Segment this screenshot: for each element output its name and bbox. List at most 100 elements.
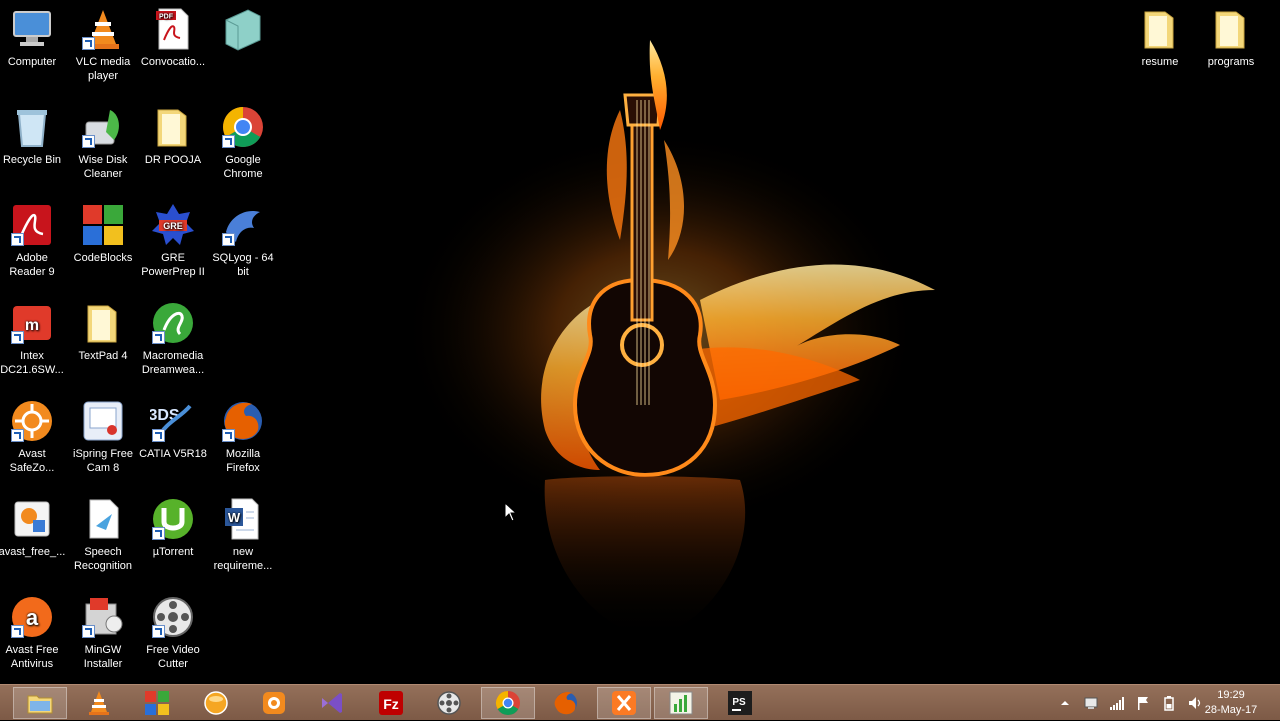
desktop-icon-mozilla-firefox[interactable]: Mozilla Firefox: [208, 396, 278, 475]
icon-label: Speech Recognition: [73, 546, 133, 572]
desktop-icon-vlc[interactable]: VLC media player: [68, 4, 138, 83]
firefox-icon: [220, 398, 266, 444]
desktop-icon-dreamweaver[interactable]: Macromedia Dreamwea...: [138, 298, 208, 377]
recycle-bin-icon: [9, 104, 55, 150]
taskbar-phpstorm[interactable]: PS: [713, 687, 767, 719]
desktop-icon-sqlyog[interactable]: SQLyog - 64 bit: [208, 200, 278, 279]
chrome-icon: [495, 691, 520, 716]
pdf-file-icon: PDF: [150, 6, 196, 52]
icon-label: Adobe Reader 9: [9, 252, 55, 278]
clock-time: 19:29: [1217, 689, 1245, 701]
icon-label: Macromedia Dreamwea...: [141, 350, 205, 376]
battery-icon[interactable]: [1161, 695, 1177, 711]
system-tray: [1052, 685, 1208, 721]
icon-label: Mozilla Firefox: [225, 448, 261, 474]
mingw-icon: [80, 594, 126, 640]
icon-label: Intex DC21.6SW...: [0, 350, 64, 376]
icon-label: VLC media player: [75, 56, 131, 82]
word-doc-icon: W: [220, 496, 266, 542]
desktop-icon-generic-app[interactable]: [208, 4, 278, 55]
taskbar: Fz PS 19:29 28-May-17: [0, 684, 1280, 720]
icon-label: new requireme...: [213, 546, 273, 572]
flag-icon[interactable]: [1135, 695, 1151, 711]
icon-label: GRE PowerPrep II: [141, 252, 205, 278]
video-cutter-icon: [150, 594, 196, 640]
folder-icon: [27, 695, 53, 714]
desktop-icon-catia[interactable]: 3DS CATIA V5R18: [138, 396, 208, 461]
vlc-icon: [80, 6, 126, 52]
folder-icon: [80, 300, 126, 346]
codeblocks-icon: [80, 202, 126, 248]
icon-label: DR POOJA: [144, 154, 202, 166]
taskbar-vlc[interactable]: [72, 687, 126, 719]
taskbar-xampp[interactable]: [597, 687, 651, 719]
taskbar-chrome[interactable]: [481, 687, 535, 719]
desktop-icon-utorrent[interactable]: µTorrent: [138, 494, 208, 559]
xampp-icon: [612, 691, 636, 715]
desktop-icon-resume[interactable]: resume: [1125, 4, 1195, 69]
mouse-cursor-icon: [504, 502, 518, 522]
svg-text:GRE: GRE: [163, 221, 183, 231]
desktop-icon-programs[interactable]: programs: [1196, 4, 1266, 69]
svg-text:PS: PS: [732, 697, 746, 708]
icon-label: Convocatio...: [140, 56, 206, 68]
taskbar-firefox[interactable]: [539, 687, 593, 719]
taskbar-video-cutter[interactable]: [422, 687, 476, 719]
icon-label: Wise Disk Cleaner: [78, 154, 128, 180]
codeblocks-icon: [145, 691, 169, 715]
desktop-icon-adobe-reader[interactable]: Adobe Reader 9: [0, 200, 67, 279]
dreamweaver-icon: [150, 300, 196, 346]
avast-safezone-icon: [9, 398, 55, 444]
paint-icon: [263, 692, 285, 714]
icon-label: CodeBlocks: [73, 252, 133, 264]
desktop-icon-ispring[interactable]: iSpring Free Cam 8: [68, 396, 138, 475]
icon-label: SQLyog - 64 bit: [212, 252, 274, 278]
chevron-up-icon[interactable]: [1057, 695, 1073, 711]
desktop-icon-google-chrome[interactable]: Google Chrome: [208, 102, 278, 181]
clock[interactable]: 19:29 28-May-17: [1196, 688, 1266, 718]
folder-icon: [1208, 6, 1254, 52]
catia-icon: 3DS: [150, 398, 196, 444]
desktop-icon-avast-free-antivirus[interactable]: a Avast Free Antivirus: [0, 592, 67, 671]
desktop-icon-free-video-cutter[interactable]: Free Video Cutter: [138, 592, 208, 671]
desktop-icon-codeblocks[interactable]: CodeBlocks: [68, 200, 138, 265]
desktop-icon-speech-recognition[interactable]: Speech Recognition: [68, 494, 138, 573]
icon-label: µTorrent: [152, 546, 194, 558]
desktop-icon-new-requirements-doc[interactable]: W new requireme...: [208, 494, 278, 573]
installer-icon: [9, 496, 55, 542]
signal-icon[interactable]: [1109, 695, 1125, 711]
ispring-icon: [80, 398, 126, 444]
icon-label: Google Chrome: [223, 154, 263, 180]
desktop-icon-textpad[interactable]: TextPad 4: [68, 298, 138, 363]
icon-label: Avast Free Antivirus: [5, 644, 59, 670]
desktop-icon-computer[interactable]: Computer: [0, 4, 67, 69]
folder-icon: [1137, 6, 1183, 52]
icon-label: Recycle Bin: [2, 154, 62, 166]
intex-icon: m: [9, 300, 55, 346]
clock-date: 28-May-17: [1204, 704, 1258, 716]
taskbar-chart-app[interactable]: [654, 687, 708, 719]
desktop-icon-mingw-installer[interactable]: MinGW Installer: [68, 592, 138, 671]
visual-studio-icon: [322, 693, 342, 713]
taskbar-orb-app[interactable]: [189, 687, 243, 719]
taskbar-codeblocks[interactable]: [130, 687, 184, 719]
icon-label: MinGW Installer: [83, 644, 123, 670]
svg-text:Fz: Fz: [383, 696, 399, 712]
taskbar-paint-app[interactable]: [247, 687, 301, 719]
taskbar-file-explorer[interactable]: [13, 687, 67, 719]
desktop-icon-wise-disk-cleaner[interactable]: Wise Disk Cleaner: [68, 102, 138, 181]
taskbar-visual-studio[interactable]: [305, 687, 359, 719]
svg-text:3DS: 3DS: [150, 407, 180, 424]
desktop-icon-convocation-pdf[interactable]: PDF Convocatio...: [138, 4, 208, 69]
desktop-icon-dr-pooja[interactable]: DR POOJA: [138, 102, 208, 167]
utorrent-icon: [150, 496, 196, 542]
desktop-icon-gre-powerprep[interactable]: GRE GRE PowerPrep II: [138, 200, 208, 279]
desktop-icon-intex[interactable]: m Intex DC21.6SW...: [0, 298, 67, 377]
video-cutter-icon: [437, 691, 461, 715]
orb-icon: [204, 691, 228, 715]
taskbar-filezilla[interactable]: Fz: [364, 687, 418, 719]
network-icon[interactable]: [1083, 695, 1099, 711]
desktop-icon-avast-installer[interactable]: avast_free_...: [0, 494, 67, 559]
desktop-icon-recycle-bin[interactable]: Recycle Bin: [0, 102, 67, 167]
desktop-icon-avast-safezone[interactable]: Avast SafeZo...: [0, 396, 67, 475]
